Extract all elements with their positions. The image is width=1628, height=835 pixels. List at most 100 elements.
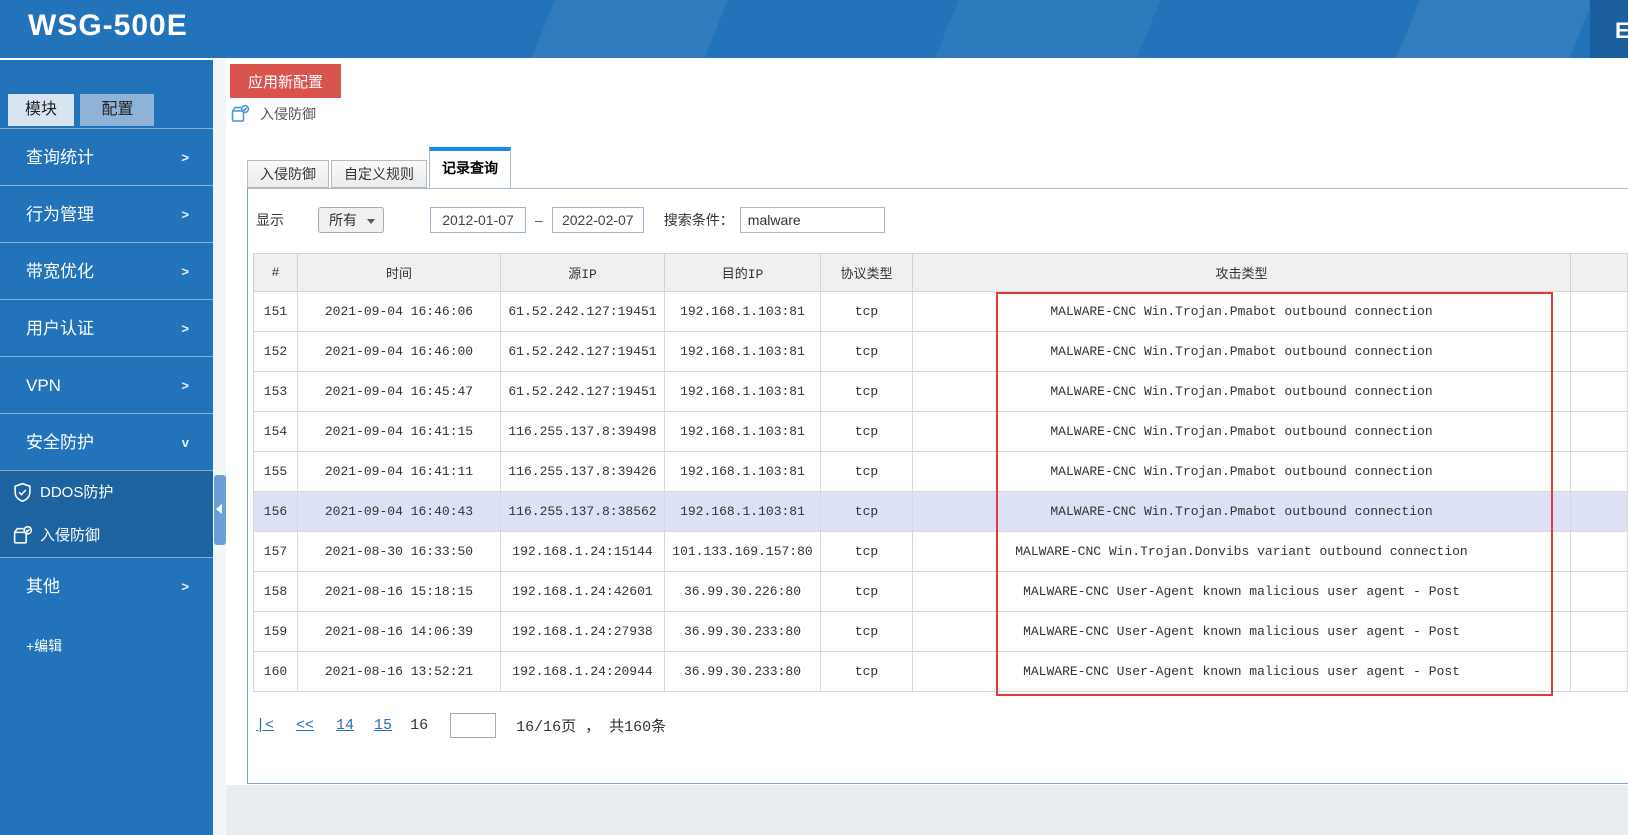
pagination-first-button[interactable]: |< [256, 717, 274, 734]
chevron-down-icon [367, 219, 375, 224]
cell-source-ip: 116.255.137.8:38562 [500, 491, 665, 532]
pagination-page-link[interactable]: 14 [336, 717, 354, 734]
cell-index: 159 [253, 611, 298, 652]
table-row[interactable]: 152 2021-09-04 16:46:00 61.52.242.127:1945… [253, 331, 1628, 372]
col-protocol: 协议类型 [820, 253, 913, 292]
cell-source-ip: 192.168.1.24:15144 [500, 531, 665, 572]
date-to-input[interactable] [551, 207, 644, 233]
col-time: 时间 [297, 253, 501, 292]
sidebar-item-intrusion-prevention[interactable]: 入侵防御 [0, 514, 213, 557]
cell-protocol: tcp [820, 331, 913, 372]
cell-source-ip: 61.52.242.127:19451 [500, 331, 665, 372]
table-row[interactable]: 158 2021-08-16 15:18:15 192.168.1.24:42601… [253, 571, 1628, 612]
shield-check-icon [14, 482, 31, 503]
record-query-panel: 显示 所有 – 搜索条件： # 时间 源IP 目的IP 协议类型 攻击类型 15… [247, 188, 1628, 784]
cell-index: 155 [253, 451, 298, 492]
cell-attack-type: MALWARE-CNC User-Agent known malicious u… [912, 611, 1571, 652]
cell-index: 153 [253, 371, 298, 412]
sidebar-collapse-handle[interactable] [214, 475, 226, 545]
sidebar-item-other[interactable]: 其他 > [0, 557, 213, 614]
search-label: 搜索条件： [663, 212, 734, 228]
header-corner-label[interactable]: E [1615, 18, 1628, 44]
sidebar-item-vpn[interactable]: VPN > [0, 356, 213, 413]
header-corner-block: E [1590, 0, 1628, 58]
tab-record-query[interactable]: 记录查询 [429, 147, 511, 188]
sidebar-item-behavior-mgmt[interactable]: 行为管理 > [0, 185, 213, 242]
sidebar-item-query-stats[interactable]: 查询统计 > [0, 128, 213, 185]
cell-dest-ip: 36.99.30.233:80 [664, 611, 821, 652]
pagination-page-link[interactable]: 15 [374, 717, 392, 734]
cell-protocol: tcp [820, 651, 913, 692]
box-check-icon [13, 525, 33, 544]
sidebar-item-label: 入侵防御 [40, 527, 101, 544]
chevron-right-icon: > [181, 150, 189, 165]
cell-protocol: tcp [820, 411, 913, 452]
sidebar-item-security[interactable]: 安全防护 v [0, 413, 213, 470]
cell-index: 154 [253, 411, 298, 452]
table-row[interactable]: 157 2021-08-30 16:33:50 192.168.1.24:15144… [253, 531, 1628, 572]
records-table: # 时间 源IP 目的IP 协议类型 攻击类型 151 2021-09-04 16… [253, 253, 1628, 692]
table-row[interactable]: 159 2021-08-16 14:06:39 192.168.1.24:27938… [253, 611, 1628, 652]
cell-attack-type: MALWARE-CNC Win.Trojan.Pmabot outbound c… [912, 291, 1571, 332]
cell-time: 2021-08-16 14:06:39 [297, 611, 501, 652]
sidebar-item-ddos[interactable]: DDOS防护 [0, 471, 213, 514]
sidebar: 模块 配置 查询统计 > 行为管理 > 带宽优化 > 用户认证 > VPN > … [0, 58, 213, 835]
chevron-right-icon: > [181, 207, 189, 222]
cell-dest-ip: 101.133.169.157:80 [664, 531, 821, 572]
cell-protocol: tcp [820, 491, 913, 532]
cell-extra [1570, 611, 1628, 652]
tab-custom-rules[interactable]: 自定义规则 [331, 160, 427, 188]
cell-source-ip: 61.52.242.127:19451 [500, 291, 665, 332]
tab-intrusion-prevention[interactable]: 入侵防御 [247, 160, 329, 188]
cell-time: 2021-09-04 16:41:15 [297, 411, 501, 452]
table-row[interactable]: 155 2021-09-04 16:41:11 116.255.137.8:3942… [253, 451, 1628, 492]
show-select[interactable]: 所有 [318, 207, 384, 233]
cell-protocol: tcp [820, 291, 913, 332]
sidebar-tab-module[interactable]: 模块 [8, 94, 74, 126]
cell-attack-type: MALWARE-CNC Win.Trojan.Pmabot outbound c… [912, 411, 1571, 452]
sidebar-item-label: DDOS防护 [40, 484, 114, 501]
cell-source-ip: 192.168.1.24:27938 [500, 611, 665, 652]
pagination-prev-button[interactable]: << [296, 717, 314, 734]
cell-attack-type: MALWARE-CNC User-Agent known malicious u… [912, 651, 1571, 692]
cell-source-ip: 116.255.137.8:39426 [500, 451, 665, 492]
date-from-input[interactable] [430, 207, 526, 233]
sidebar-edit-link[interactable]: +编辑 [26, 636, 62, 656]
col-attack-type: 攻击类型 [912, 253, 1571, 292]
cell-extra [1570, 291, 1628, 332]
cell-time: 2021-08-16 15:18:15 [297, 571, 501, 612]
sidebar-item-user-auth[interactable]: 用户认证 > [0, 299, 213, 356]
cell-time: 2021-08-16 13:52:21 [297, 651, 501, 692]
cell-dest-ip: 36.99.30.233:80 [664, 651, 821, 692]
table-row[interactable]: 156 2021-09-04 16:40:43 116.255.137.8:3856… [253, 491, 1628, 532]
cell-time: 2021-09-04 16:45:47 [297, 371, 501, 412]
cell-dest-ip: 192.168.1.103:81 [664, 411, 821, 452]
cell-index: 160 [253, 651, 298, 692]
table-row[interactable]: 151 2021-09-04 16:46:06 61.52.242.127:1945… [253, 291, 1628, 332]
cell-time: 2021-09-04 16:46:00 [297, 331, 501, 372]
pagination-goto-input[interactable] [450, 713, 497, 738]
cell-protocol: tcp [820, 571, 913, 612]
search-input[interactable] [739, 207, 885, 233]
cell-extra [1570, 371, 1628, 412]
table-row[interactable]: 153 2021-09-04 16:45:47 61.52.242.127:1945… [253, 371, 1628, 412]
cell-dest-ip: 192.168.1.103:81 [664, 291, 821, 332]
cell-dest-ip: 192.168.1.103:81 [664, 331, 821, 372]
table-row[interactable]: 154 2021-09-04 16:41:15 116.255.137.8:3949… [253, 411, 1628, 452]
sidebar-tab-config[interactable]: 配置 [80, 94, 155, 126]
sidebar-nav: 查询统计 > 行为管理 > 带宽优化 > 用户认证 > VPN > 安全防护 v [0, 128, 213, 656]
cell-index: 152 [253, 331, 298, 372]
table-row[interactable]: 160 2021-08-16 13:52:21 192.168.1.24:20944… [253, 651, 1628, 692]
sidebar-item-bandwidth[interactable]: 带宽优化 > [0, 242, 213, 299]
apply-config-button[interactable]: 应用新配置 [230, 64, 341, 98]
pagination-info: 16/16页 ， 共160条 [516, 719, 667, 736]
table-header-row: # 时间 源IP 目的IP 协议类型 攻击类型 [253, 253, 1628, 292]
cell-index: 158 [253, 571, 298, 612]
cell-protocol: tcp [820, 371, 913, 412]
collapse-arrow-icon [216, 504, 222, 514]
date-range-separator: – [535, 212, 543, 228]
sidebar-tabbar: 模块 配置 [8, 94, 155, 126]
cell-dest-ip: 192.168.1.103:81 [664, 371, 821, 412]
cell-extra [1570, 491, 1628, 532]
cell-extra [1570, 411, 1628, 452]
